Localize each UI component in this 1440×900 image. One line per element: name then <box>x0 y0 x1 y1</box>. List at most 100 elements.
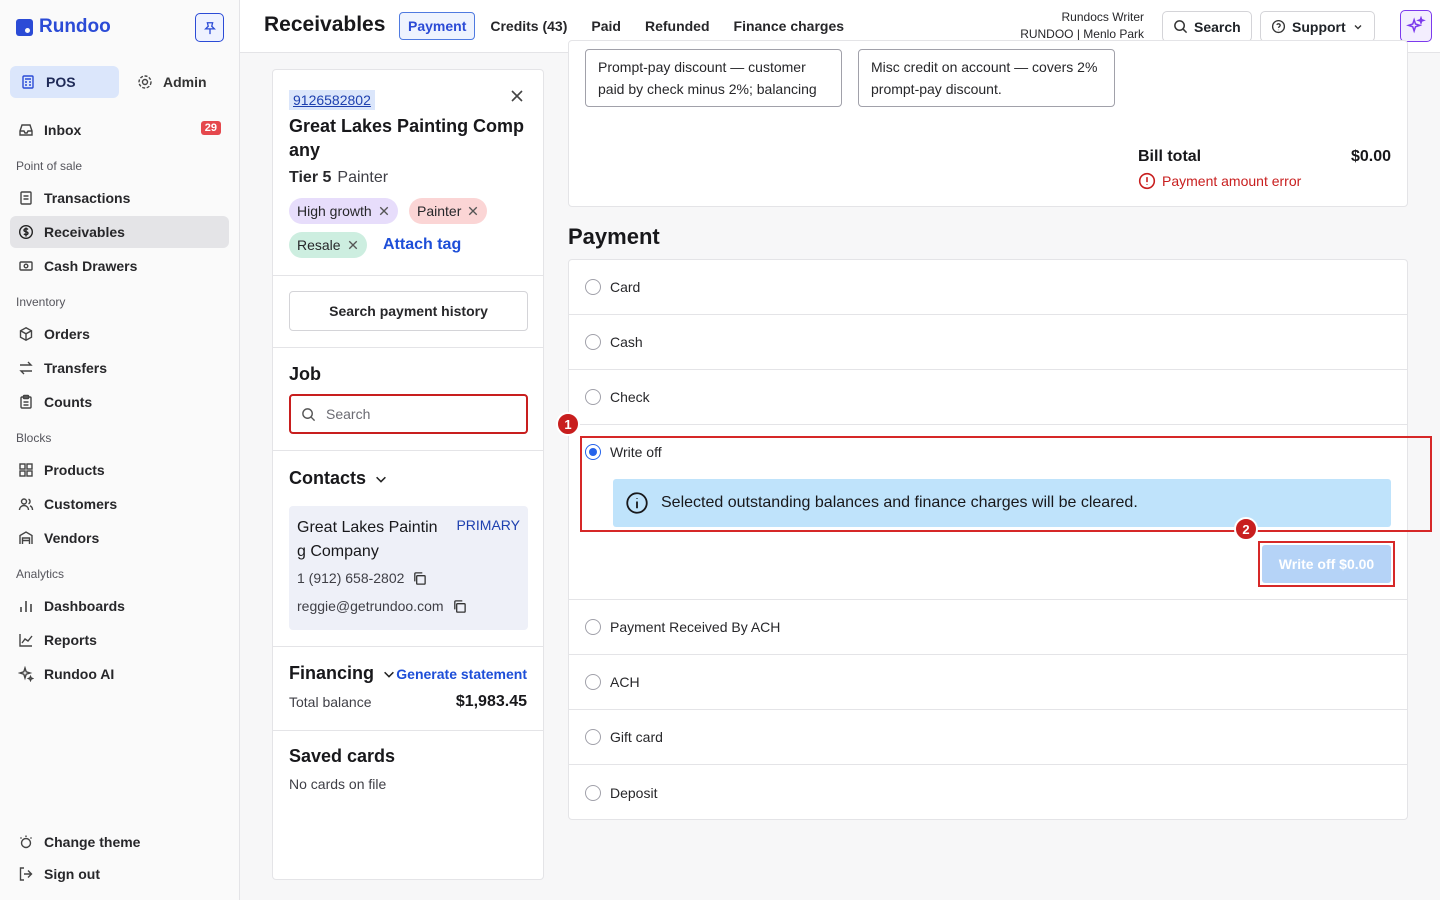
payment-error: Payment amount error <box>1138 172 1301 190</box>
payment-option-label: Check <box>610 389 650 405</box>
attach-tag-link[interactable]: Attach tag <box>383 236 461 254</box>
support-button[interactable]: Support <box>1260 11 1375 42</box>
inbox-icon <box>19 124 33 136</box>
radio-button[interactable] <box>585 334 601 350</box>
radio-button-selected[interactable] <box>585 444 601 460</box>
sidebar-item-reports[interactable]: Reports <box>10 624 229 656</box>
close-icon[interactable] <box>509 88 525 104</box>
payment-option-ach-received[interactable]: Payment Received By ACH <box>569 600 1407 655</box>
sidebar-item-products[interactable]: Products <box>10 454 229 486</box>
nav-section-title: Blocks <box>16 431 52 445</box>
radio-button[interactable] <box>585 389 601 405</box>
grid-icon <box>19 463 33 477</box>
sidebar-item-vendors[interactable]: Vendors <box>10 522 229 554</box>
sign-out-icon <box>19 867 33 881</box>
contacts-toggle[interactable]: Contacts <box>289 468 388 489</box>
sparkle-icon <box>18 666 34 682</box>
saved-cards-empty: No cards on file <box>289 776 387 792</box>
bill-total-label: Bill total <box>1138 148 1202 165</box>
line-chart-icon <box>19 634 33 647</box>
tab-credits[interactable]: Credits (43) <box>481 12 576 40</box>
payment-option-label: Write off <box>610 444 662 460</box>
payment-option-check[interactable]: Check <box>569 370 1407 425</box>
payment-option-label: Card <box>610 279 641 295</box>
copy-icon[interactable] <box>452 599 467 614</box>
sidebar-item-rundoo-ai[interactable]: Rundoo AI <box>10 658 229 690</box>
write-off-button[interactable]: Write off $0.00 <box>1262 545 1391 583</box>
payment-option-cash[interactable]: Cash <box>569 315 1407 370</box>
search-icon <box>302 407 316 421</box>
radio-button[interactable] <box>585 279 601 295</box>
divider <box>273 646 543 647</box>
payment-option-label: Cash <box>610 334 643 350</box>
bill-note-left[interactable]: Prompt-pay discount — customer paid by c… <box>585 49 842 107</box>
payment-option-label: Gift card <box>610 729 663 745</box>
generate-statement-link[interactable]: Generate statement <box>396 666 527 682</box>
sidebar-item-inbox[interactable]: Inbox 29 <box>10 114 229 146</box>
radio-button[interactable] <box>585 619 601 635</box>
mode-admin-button[interactable]: Admin <box>127 66 236 98</box>
sidebar: Rundoo POS Admin Inbox 29 Point of sale … <box>0 0 240 900</box>
radio-button[interactable] <box>585 674 601 690</box>
remove-tag-icon[interactable] <box>378 205 390 217</box>
payment-error-text: Payment amount error <box>1162 173 1302 189</box>
payment-option-ach[interactable]: ACH <box>569 655 1407 710</box>
sidebar-item-customers[interactable]: Customers <box>10 488 229 520</box>
sidebar-item-orders[interactable]: Orders <box>10 318 229 350</box>
bar-chart-icon <box>20 601 32 612</box>
contact-name: Great Lakes Painting Company <box>297 519 438 560</box>
copy-icon[interactable] <box>412 571 427 586</box>
sidebar-item-label: Dashboards <box>44 598 125 614</box>
app-name: Rundoo <box>39 16 111 37</box>
sidebar-item-transactions[interactable]: Transactions <box>10 182 229 214</box>
tab-payment[interactable]: Payment <box>399 12 476 40</box>
sidebar-item-label: Sign out <box>44 866 100 882</box>
help-circle-icon <box>1271 19 1286 34</box>
app-logo[interactable]: Rundoo <box>16 16 111 38</box>
sidebar-item-counts[interactable]: Counts <box>10 386 229 418</box>
payment-option-card[interactable]: Card <box>569 260 1407 315</box>
radio-button[interactable] <box>585 784 601 801</box>
sidebar-item-dashboards[interactable]: Dashboards <box>10 590 229 622</box>
saved-cards-title: Saved cards <box>289 746 396 766</box>
page-title: Receivables <box>264 13 386 36</box>
change-theme-button[interactable]: Change theme <box>10 826 229 858</box>
sidebar-item-label: Customers <box>44 496 118 512</box>
nav-section-title: Point of sale <box>16 159 83 173</box>
sign-out-button[interactable]: Sign out <box>10 858 229 890</box>
sidebar-item-cash-drawers[interactable]: Cash Drawers <box>10 250 229 282</box>
financing-toggle[interactable]: Financing <box>289 663 396 684</box>
payment-option-gift-card[interactable]: Gift card <box>569 710 1407 765</box>
tab-paid[interactable]: Paid <box>582 12 630 40</box>
global-search-button[interactable]: Search <box>1162 11 1252 42</box>
mode-pos-button[interactable]: POS <box>10 66 119 98</box>
divider <box>273 450 543 451</box>
sidebar-item-label: Transactions <box>44 190 131 206</box>
mode-pos-label: POS <box>46 74 76 90</box>
job-title: Job <box>289 364 322 384</box>
customer-phone-link[interactable]: 9126582802 <box>289 90 375 110</box>
divider <box>273 275 543 276</box>
sidebar-item-receivables[interactable]: Receivables <box>10 216 229 248</box>
bill-note-right[interactable]: Misc credit on account — covers 2% promp… <box>858 49 1115 107</box>
tag-painter: Painter <box>409 198 488 224</box>
alert-circle-icon <box>1138 172 1156 190</box>
tag-resale: Resale <box>289 232 367 258</box>
ai-assistant-button[interactable] <box>1400 10 1432 42</box>
payment-option-deposit[interactable]: Deposit <box>569 765 1407 820</box>
gear-icon <box>138 75 152 89</box>
contact-phone: 1 (912) 658-2802 <box>297 570 405 586</box>
remove-tag-icon[interactable] <box>467 205 479 217</box>
sidebar-item-label: Transfers <box>44 360 108 376</box>
dollar-circle-icon <box>18 224 34 240</box>
pin-sidebar-button[interactable] <box>195 13 224 42</box>
remove-tag-icon[interactable] <box>347 239 359 251</box>
tab-finance-charges[interactable]: Finance charges <box>725 12 854 40</box>
sidebar-item-transfers[interactable]: Transfers <box>10 352 229 384</box>
job-search-input[interactable]: Search <box>289 394 528 434</box>
radio-button[interactable] <box>585 729 601 745</box>
tab-refunded[interactable]: Refunded <box>636 12 719 40</box>
search-payment-history-button[interactable]: Search payment history <box>289 291 528 331</box>
write-off-info-banner: Selected outstanding balances and financ… <box>613 479 1391 527</box>
user-name: Rundocs Writer <box>1061 10 1144 24</box>
